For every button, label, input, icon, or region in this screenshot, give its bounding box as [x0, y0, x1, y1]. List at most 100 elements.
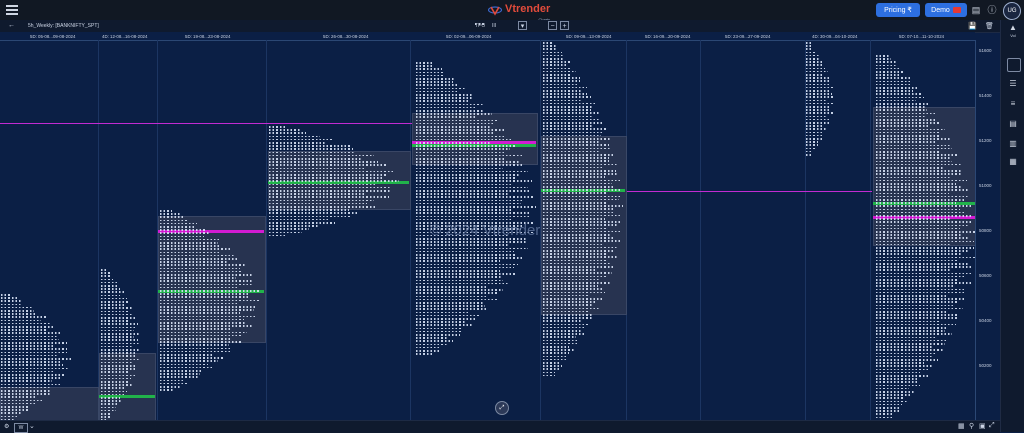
tpo-mode-button[interactable]: TPO — [475, 23, 485, 25]
user-avatar[interactable]: UG — [1003, 2, 1021, 20]
tpo-row — [101, 330, 134, 332]
tpo-row — [416, 123, 495, 125]
timeframe-selector[interactable]: III — [492, 23, 496, 29]
tpo-row — [806, 96, 833, 98]
tpo-row — [876, 388, 909, 390]
tpo-row — [416, 260, 500, 262]
tpo-row — [876, 109, 927, 111]
tpo-row — [160, 287, 239, 289]
tpo-row — [160, 351, 232, 353]
tpo-row — [543, 112, 600, 114]
calendar-icon[interactable]: ▤ — [970, 4, 982, 16]
tpo-row — [160, 322, 246, 324]
tpo-row — [160, 229, 205, 231]
zoom-icon[interactable]: ⚲ — [969, 422, 974, 430]
tpo-row — [806, 68, 825, 70]
tpo-row — [543, 301, 597, 303]
panel-icon[interactable]: ▤ — [1007, 118, 1019, 130]
tpo-row — [543, 103, 595, 105]
tpo-row — [876, 103, 929, 105]
table-icon[interactable]: ▦ — [958, 422, 965, 430]
layers-icon[interactable]: ☰ — [1007, 78, 1019, 90]
tpo-row — [543, 237, 614, 239]
tpo-row — [543, 154, 615, 156]
tpo-row — [101, 327, 136, 329]
tpo-row — [160, 274, 253, 276]
tpo-row — [543, 298, 602, 300]
zoom-out-button[interactable]: − — [548, 21, 557, 30]
tpo-row — [806, 132, 824, 134]
hamburger-menu-icon[interactable] — [6, 3, 18, 15]
tpo-row — [416, 177, 516, 179]
tpo-row — [876, 193, 949, 195]
demo-button[interactable]: Demo — [925, 3, 967, 17]
tpo-row — [543, 160, 609, 162]
tpo-row — [160, 389, 174, 391]
tpo-row — [416, 161, 519, 163]
tpo-row — [543, 90, 581, 92]
tpo-row — [416, 212, 530, 214]
brand-logo[interactable]: Vtrender Charts — [488, 2, 550, 18]
tpo-row — [543, 202, 608, 204]
tpo-row — [416, 331, 461, 333]
tpo-row — [1, 352, 67, 354]
tpo-row — [1, 403, 37, 405]
tpo-row — [416, 337, 447, 339]
reset-zoom-icon[interactable]: ▣ — [979, 422, 986, 430]
gear-icon[interactable]: ⚙ — [4, 423, 9, 430]
tpo-row — [269, 225, 319, 227]
tpo-row — [543, 128, 607, 130]
chevron-down-icon[interactable]: ⌄ — [29, 422, 35, 430]
tpo-row — [416, 113, 492, 115]
back-arrow-icon[interactable]: ← — [8, 22, 15, 29]
info-icon[interactable]: ⓘ — [986, 4, 998, 16]
tpo-row — [876, 404, 902, 406]
tpo-row — [876, 87, 918, 89]
tpo-row — [543, 58, 564, 60]
tpo-row — [1, 358, 71, 360]
tpo-chart[interactable]: © 2024 Vtrender ⤢ — [0, 40, 975, 420]
tpo-row — [160, 386, 181, 388]
layout-square-icon[interactable] — [1007, 58, 1021, 72]
vpoc-line — [626, 191, 872, 192]
trash-icon[interactable]: 🗑 — [985, 22, 994, 30]
tpo-row — [101, 275, 112, 277]
tpo-row — [269, 139, 333, 141]
grid-icon[interactable]: ▦ — [1007, 156, 1019, 168]
tpo-row — [160, 293, 248, 295]
tpo-row — [416, 72, 445, 74]
expand-icon[interactable]: ⤢ — [495, 401, 509, 415]
tpo-row — [876, 84, 911, 86]
tpo-row — [416, 296, 486, 298]
timeframe-dropdown-icon[interactable]: ▾ — [518, 21, 527, 30]
tpo-row — [101, 272, 110, 274]
tpo-row — [543, 263, 610, 265]
tpo-row — [876, 125, 930, 127]
tpo-row — [416, 347, 441, 349]
tpo-row — [876, 276, 964, 278]
fullscreen-icon[interactable]: ⤢ — [989, 422, 995, 430]
tpo-row — [876, 77, 910, 79]
tpo-row — [269, 168, 365, 170]
price-tick: 50800 — [979, 228, 992, 233]
tpo-row — [160, 210, 172, 212]
tpo-row — [160, 239, 220, 241]
tpo-row — [1, 316, 46, 318]
tpo-row — [543, 170, 616, 172]
tpo-row — [160, 252, 221, 254]
list-icon[interactable]: ≡ — [1007, 98, 1019, 110]
tpo-row — [160, 312, 240, 314]
tpo-row — [416, 353, 433, 355]
pricing-button[interactable]: Pricing ₹ — [876, 3, 920, 17]
tpo-row — [543, 151, 600, 153]
tpo-row — [876, 311, 946, 313]
tpo-row — [416, 273, 516, 275]
tpo-row — [269, 232, 302, 234]
tpo-row — [101, 336, 134, 338]
tpo-row — [416, 350, 441, 352]
zoom-in-button[interactable]: + — [560, 21, 569, 30]
columns-icon[interactable]: ▥ — [1007, 138, 1019, 150]
tpo-row — [806, 109, 829, 111]
save-icon[interactable]: 💾 — [968, 22, 977, 30]
tpo-row — [101, 381, 129, 383]
